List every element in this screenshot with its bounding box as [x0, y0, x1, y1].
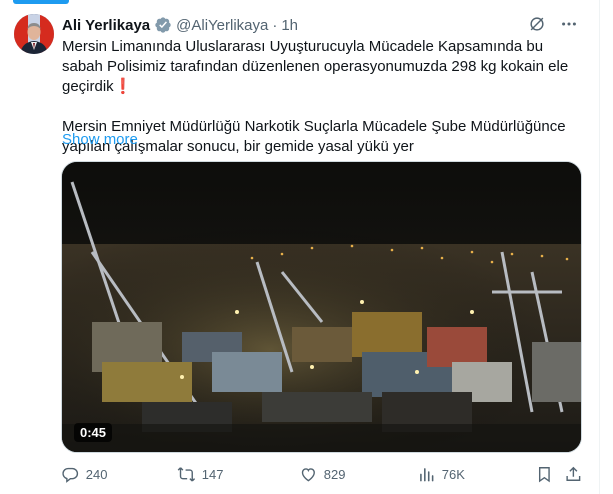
author-handle[interactable]: @AliYerlikaya: [176, 17, 268, 34]
bookmark-icon: [538, 467, 550, 483]
tweet-text: Mersin Limanında Uluslararası Uyuşturucu…: [62, 37, 582, 157]
repost-button[interactable]: 147: [177, 465, 223, 484]
repost-icon: [177, 467, 196, 482]
separator-dot: ·: [272, 16, 278, 34]
views-icon: [420, 468, 434, 482]
bookmark-button[interactable]: [535, 465, 554, 484]
header-actions: [527, 14, 579, 34]
author-name[interactable]: Ali Yerlikaya: [62, 17, 150, 34]
like-count: 829: [323, 466, 346, 482]
verified-badge-icon[interactable]: [154, 16, 172, 34]
video-thumbnail-port-night: [62, 162, 581, 452]
show-more-link[interactable]: Show more: [62, 130, 138, 150]
video-player[interactable]: 0:45: [61, 161, 582, 453]
tweet-actions: 240 147 829 76K: [61, 465, 582, 487]
share-button[interactable]: [564, 465, 583, 484]
timeline-border: [599, 0, 600, 494]
tweet-text-line2: Mersin Emniyet Müdürlüğü Narkotik Suçlar…: [62, 118, 566, 155]
tweet-text-line1: Mersin Limanında Uluslararası Uyuşturucu…: [62, 38, 569, 95]
like-icon: [301, 468, 315, 482]
timestamp[interactable]: 1h: [281, 17, 298, 34]
reply-button[interactable]: 240: [61, 465, 107, 484]
more-icon[interactable]: [559, 14, 579, 34]
video-duration: 0:45: [74, 423, 113, 442]
share-icon: [566, 466, 581, 481]
exclamation-emoji: ❗: [113, 78, 133, 95]
tweet-header: Ali Yerlikaya @AliYerlikaya · 1h: [62, 15, 298, 35]
views-count: 76K: [441, 466, 465, 482]
reply-icon: [62, 467, 79, 483]
repost-count: 147: [201, 466, 224, 482]
grok-icon[interactable]: [527, 14, 547, 34]
like-button[interactable]: 829: [299, 465, 345, 484]
avatar[interactable]: [14, 14, 54, 54]
reply-count: 240: [85, 466, 108, 482]
tweet[interactable]: Ali Yerlikaya @AliYerlikaya · 1h Mersin …: [0, 0, 599, 494]
views-button[interactable]: 76K: [417, 465, 465, 484]
